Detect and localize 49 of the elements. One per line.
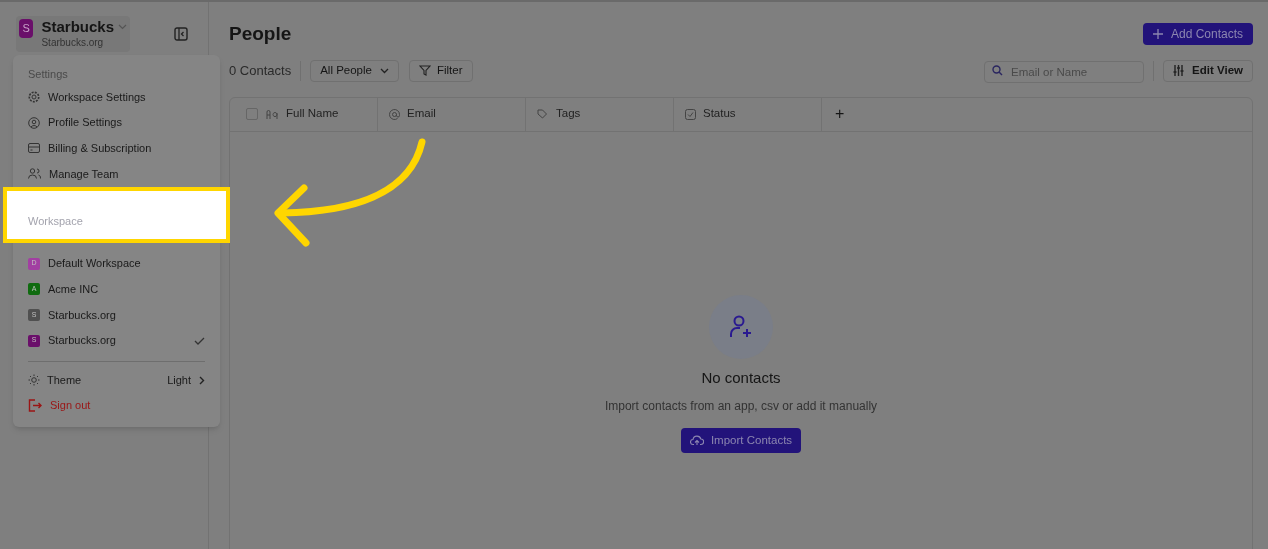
chevron-down-icon [379, 67, 389, 74]
chevron-down-icon [118, 24, 127, 30]
column-header[interactable]: Email [407, 105, 436, 123]
workspace-subtitle: Starbucks.org [41, 36, 105, 50]
column-header[interactable]: Status [703, 105, 736, 123]
column-header[interactable]: Full Name [286, 105, 339, 123]
menu-item[interactable]: Workspace Settings [48, 88, 146, 106]
chevron-right-icon [199, 375, 205, 385]
empty-message: Import contacts from an app, csv or add it manually [604, 398, 878, 415]
menu-heading: Workspace [28, 215, 83, 227]
search-icon [992, 64, 1004, 76]
column-header[interactable]: Tags [556, 105, 581, 123]
theme-value[interactable]: Light [167, 371, 191, 389]
view-select[interactable]: All People [310, 59, 399, 82]
workspace-item[interactable]: Starbucks.org [48, 306, 205, 324]
contacts-count: 0 Contacts [229, 61, 292, 80]
tag-icon [537, 109, 549, 119]
credit-card-icon [28, 143, 40, 154]
add-contacts-button[interactable]: Add Contacts [1142, 23, 1253, 46]
import-contacts-button[interactable]: Import Contacts [680, 428, 802, 453]
menu-item[interactable]: Profile Settings [48, 114, 122, 131]
people-icon [28, 168, 41, 180]
add-column-button[interactable]: + [835, 102, 845, 126]
workspace-item[interactable]: Starbucks.org [48, 332, 186, 349]
sidebar-toggle-icon[interactable] [174, 27, 188, 41]
at-icon [389, 108, 400, 120]
workspace-avatar: S [19, 19, 34, 38]
page-title: People [229, 22, 292, 46]
sign-out-icon [28, 399, 42, 412]
filter-icon [418, 65, 431, 76]
workspace-name[interactable]: Starbucks [41, 18, 114, 36]
cloud-upload-icon [689, 435, 704, 446]
empty-title: No contacts [701, 367, 781, 388]
filter-button[interactable]: Filter [408, 59, 473, 82]
workspace-item[interactable]: Default Workspace [48, 255, 205, 272]
menu-item[interactable]: Billing & Subscription [48, 139, 152, 157]
text-icon [266, 109, 279, 119]
profile-icon [28, 116, 40, 129]
menu-item[interactable]: Manage Team [49, 165, 119, 183]
sliders-icon [1173, 65, 1185, 76]
edit-view-button[interactable]: Edit View [1163, 59, 1253, 82]
sun-icon [28, 374, 40, 386]
menu-heading: Settings [28, 67, 69, 82]
workspace-item[interactable]: Acme INC [48, 281, 205, 298]
select-all-checkbox[interactable] [246, 108, 258, 120]
checkbox-icon [685, 108, 696, 120]
theme-label[interactable]: Theme [47, 371, 168, 389]
gear-icon [28, 90, 40, 103]
plus-icon [1152, 29, 1163, 40]
